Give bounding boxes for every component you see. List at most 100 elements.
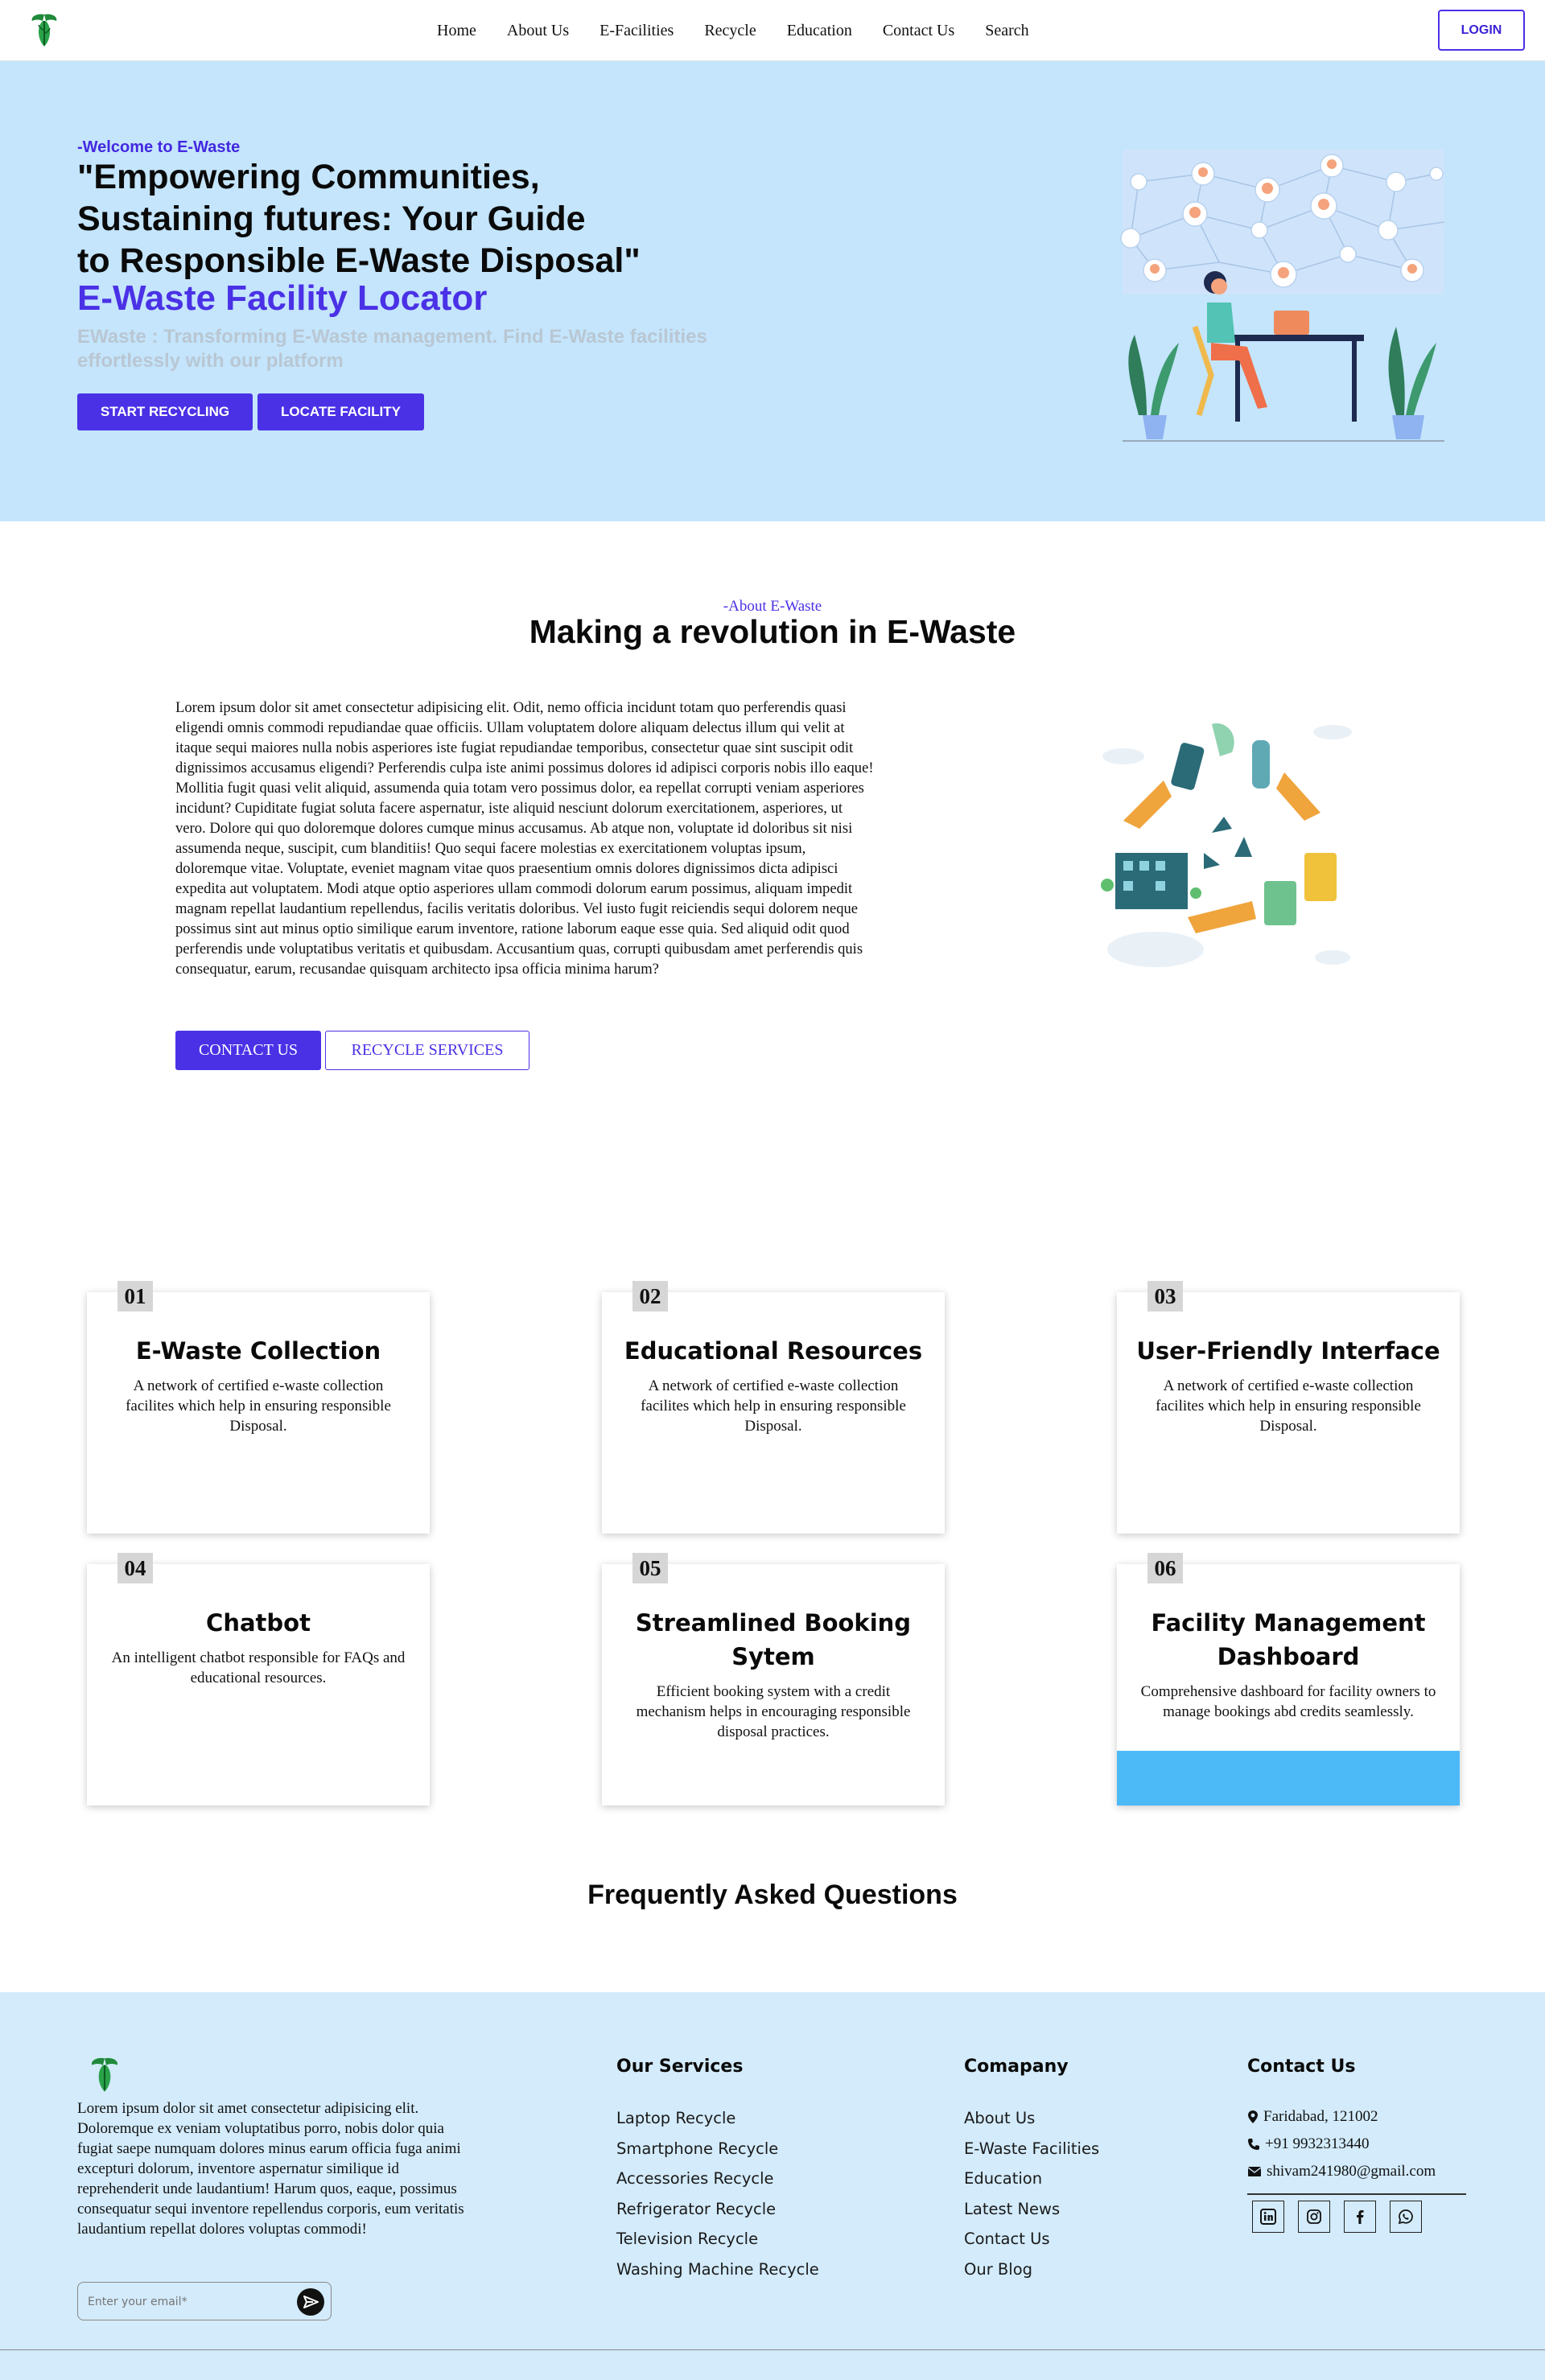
feature-title: Chatbot [206, 1609, 311, 1637]
facebook-icon [1357, 2210, 1364, 2224]
hero-headline: "Empowering Communities, Sustaining futu… [77, 156, 737, 282]
company-link[interactable]: Latest News [964, 2194, 1099, 2225]
feature-number: 01 [117, 1281, 153, 1311]
contact-address: Faridabad, 121002 [1247, 2103, 1436, 2131]
email-text[interactable]: shivam241980@gmail.com [1267, 2158, 1436, 2185]
linkedin-link[interactable] [1252, 2201, 1284, 2233]
feature-number: 02 [632, 1281, 668, 1311]
navbar: Home About Us E-Facilities Recycle Educa… [0, 0, 1545, 61]
ewaste-logo-icon[interactable] [87, 2053, 122, 2094]
company-link[interactable]: About Us [964, 2103, 1099, 2134]
contact-info: Faridabad, 121002 +91 9932313440 shivam2… [1247, 2103, 1436, 2185]
feature-description: A network of certified e-waste collectio… [126, 1377, 391, 1435]
instagram-icon [1307, 2209, 1321, 2224]
footer: Lorem ipsum dolor sit amet consectetur a… [0, 1992, 1545, 2380]
company-title: Comapany [964, 2057, 1069, 2077]
feature-card[interactable]: 03 User-Friendly Interface A network of … [1117, 1281, 1460, 1534]
feature-description: An intelligent chatbot responsible for F… [111, 1649, 406, 1686]
linkedin-icon [1260, 2209, 1276, 2225]
hero-headline-line: Sustaining futures: Your Guide [77, 200, 586, 238]
card-hover-bar [1117, 1751, 1460, 1806]
nav-search[interactable]: Search [985, 22, 1028, 40]
login-button[interactable]: LOGIN [1438, 10, 1525, 51]
footer-bottom-divider [0, 2349, 1545, 2350]
ewaste-logo-icon[interactable] [27, 10, 61, 48]
recycle-services-button[interactable]: RECYCLE SERVICES [325, 1031, 529, 1070]
service-link[interactable]: Laptop Recycle [616, 2103, 819, 2134]
map-pin-icon [1248, 2110, 1258, 2123]
service-link[interactable]: Washing Machine Recycle [616, 2254, 819, 2285]
nav-education[interactable]: Education [787, 22, 852, 40]
social-links [1252, 2201, 1422, 2233]
services-title: Our Services [616, 2057, 744, 2077]
send-icon [303, 2296, 319, 2308]
contact-divider [1247, 2193, 1466, 2195]
service-link[interactable]: Television Recycle [616, 2224, 819, 2254]
company-link[interactable]: Education [964, 2164, 1099, 2194]
hero-section: -Welcome to E-Waste "Empowering Communit… [0, 61, 1545, 521]
feature-description: A network of certified e-waste collectio… [641, 1377, 906, 1435]
nav-about-us[interactable]: About Us [507, 22, 569, 40]
phone-text: +91 9932313440 [1265, 2135, 1370, 2152]
company-link[interactable]: Contact Us [964, 2224, 1099, 2254]
phone-icon [1248, 2139, 1259, 2150]
feature-card[interactable]: 04 Chatbot An intelligent chatbot respon… [87, 1553, 430, 1806]
company-link[interactable]: Our Blog [964, 2254, 1099, 2285]
hero-locator-title: E-Waste Facility Locator [77, 278, 488, 318]
locate-facility-button[interactable]: LOCATE FACILITY [258, 393, 424, 430]
hero-headline-line: to Responsible E-Waste Disposal" [77, 241, 641, 280]
contact-phone: +91 9932313440 [1247, 2131, 1436, 2158]
nav-e-facilities[interactable]: E-Facilities [599, 22, 674, 40]
faq-title: Frequently Asked Questions [587, 1880, 958, 1910]
services-list: Laptop Recycle Smartphone Recycle Access… [616, 2103, 819, 2284]
service-link[interactable]: Smartphone Recycle [616, 2134, 819, 2164]
feature-number: 06 [1147, 1553, 1183, 1583]
contact-us-button[interactable]: CONTACT US [175, 1031, 321, 1070]
feature-card-hovered[interactable]: 06 Facility Management Dashboard Compreh… [1117, 1553, 1460, 1806]
newsletter-email-input[interactable] [88, 2292, 281, 2312]
instagram-link[interactable] [1298, 2201, 1330, 2233]
nav-home[interactable]: Home [437, 22, 476, 40]
company-list: About Us E-Waste Facilities Education La… [964, 2103, 1099, 2284]
nav-contact-us[interactable]: Contact Us [883, 22, 954, 40]
feature-number: 04 [117, 1553, 153, 1583]
network-people-illustration-icon [1120, 150, 1445, 442]
envelope-icon [1247, 2167, 1262, 2176]
feature-card[interactable]: 02 Educational Resources A network of ce… [602, 1281, 945, 1534]
about-title: Making a revolution in E-Waste [529, 613, 1016, 650]
whatsapp-icon [1398, 2209, 1413, 2225]
hero-subtitle-line: effortlessly with our platform [77, 350, 344, 372]
nav-recycle[interactable]: Recycle [704, 22, 756, 40]
facebook-link[interactable] [1344, 2201, 1376, 2233]
whatsapp-link[interactable] [1390, 2201, 1422, 2233]
contact-email: shivam241980@gmail.com [1247, 2158, 1436, 2185]
newsletter-form [77, 2282, 332, 2320]
feature-description: Comprehensive dashboard for facility own… [1140, 1683, 1436, 1720]
hero-headline-line: "Empowering Communities, [77, 158, 540, 196]
feature-number: 03 [1147, 1281, 1183, 1311]
service-link[interactable]: Refrigerator Recycle [616, 2194, 819, 2225]
feature-card[interactable]: 01 E-Waste Collection A network of certi… [87, 1281, 430, 1534]
service-link[interactable]: Accessories Recycle [616, 2164, 819, 2194]
hero-kicker: -Welcome to E-Waste [77, 138, 241, 156]
feature-title: E-Waste Collection [135, 1337, 381, 1365]
contact-title: Contact Us [1247, 2057, 1356, 2077]
company-link[interactable]: E-Waste Facilities [964, 2134, 1099, 2164]
address-text: Faridabad, 121002 [1263, 2108, 1378, 2125]
feature-description: Efficient booking system with a credit m… [636, 1683, 911, 1740]
feature-description: A network of certified e-waste collectio… [1156, 1377, 1421, 1435]
send-button[interactable] [297, 2288, 324, 2316]
feature-title: Facility Management Dashboard [1151, 1609, 1426, 1670]
start-recycling-button[interactable]: START RECYCLING [77, 393, 253, 430]
feature-card[interactable]: 05 Streamlined Booking Sytem Efficient b… [602, 1553, 945, 1806]
page: Home About Us E-Facilities Recycle Educa… [0, 0, 1545, 2380]
recycle-cycle-illustration-icon [1101, 723, 1352, 967]
footer-about-text: Lorem ipsum dolor sit amet consectetur a… [77, 2100, 464, 2238]
feature-title: Streamlined Booking Sytem [635, 1609, 912, 1670]
hero-subtitle: EWaste : Transforming E-Waste management… [77, 325, 753, 373]
feature-title: Educational Resources [624, 1337, 923, 1365]
feature-number: 05 [632, 1553, 668, 1583]
about-text: Lorem ipsum dolor sit amet consectetur a… [175, 699, 874, 978]
main-menu: Home About Us E-Facilities Recycle Educa… [437, 0, 1060, 61]
feature-title: User-Friendly Interface [1136, 1337, 1440, 1365]
